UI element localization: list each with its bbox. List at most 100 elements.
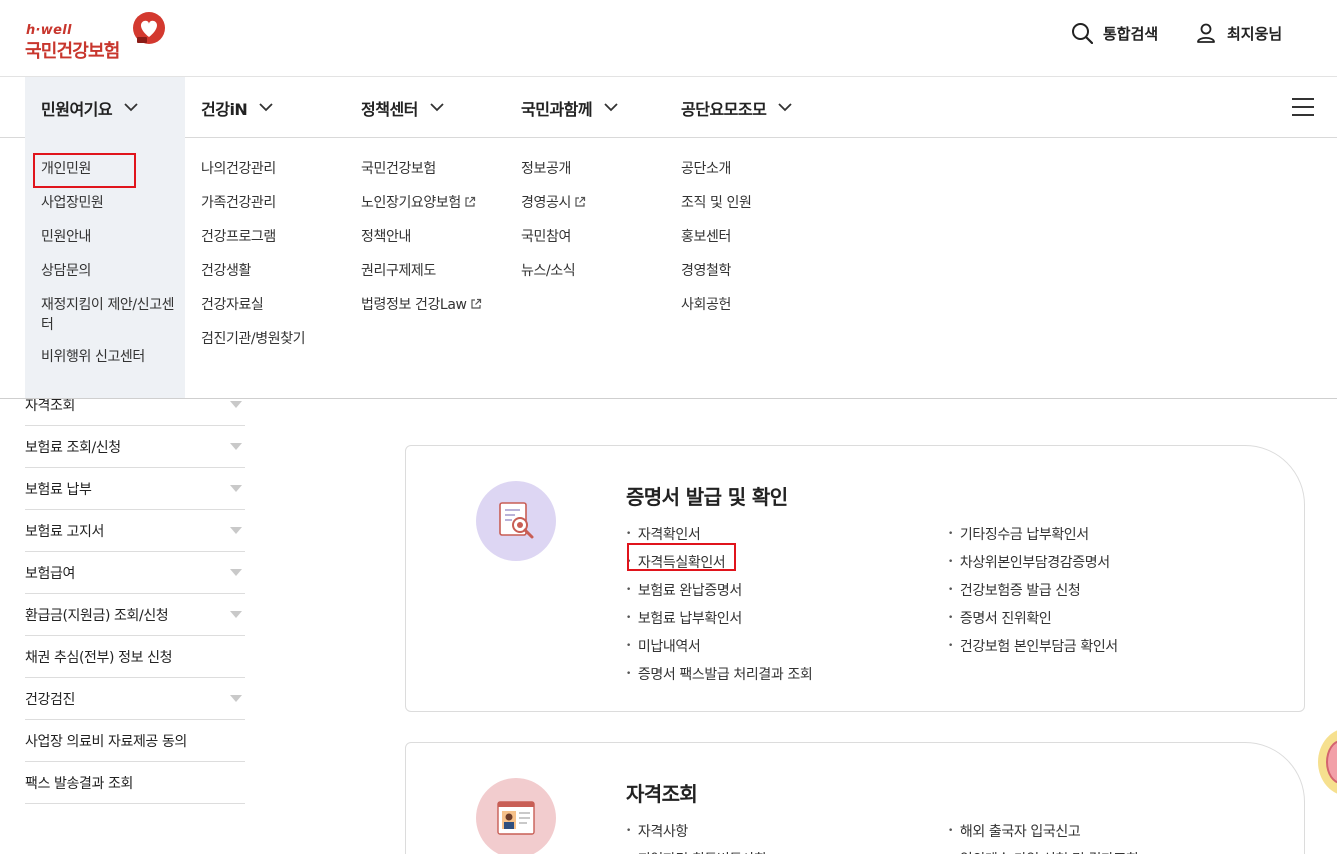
chevron-down-icon — [430, 103, 444, 112]
external-link-icon — [470, 298, 481, 309]
side-menu-item[interactable]: 팩스 발송결과 조회 — [25, 762, 245, 804]
menu-item-health-library[interactable]: 건강자료실 — [201, 288, 305, 322]
user-name: 최지웅님 — [1227, 24, 1283, 43]
side-menu-item[interactable]: 보험료 납부 — [25, 468, 245, 510]
side-menu-item[interactable]: 보험료 조회/신청 — [25, 426, 245, 468]
side-menu-label: 보험료 조회/신청 — [25, 439, 121, 456]
card-links-left: 자격사항 지역자격 취득변동사항 — [626, 817, 767, 854]
menu-item-organization[interactable]: 조직 및 인원 — [681, 186, 752, 220]
menu-item-management-disclosure[interactable]: 경영공시 — [521, 186, 586, 220]
link-payment-confirmation[interactable]: 보험료 납부확인서 — [626, 604, 812, 632]
id-card-icon — [476, 778, 556, 854]
chatbot-button[interactable] — [1318, 728, 1337, 796]
menu-item-nhis[interactable]: 국민건강보험 — [361, 152, 482, 186]
link-regional-changes[interactable]: 지역자격 취득변동사항 — [626, 845, 767, 854]
menu-item-pr-center[interactable]: 홍보센터 — [681, 220, 752, 254]
site-logo[interactable]: h·well 국민건강보험 — [25, 12, 175, 62]
side-menu-label: 건강검진 — [25, 691, 75, 708]
external-link-icon — [465, 196, 475, 207]
side-menu-label: 보험료 고지서 — [25, 523, 104, 540]
nav-item-about[interactable]: 공단요모조모 — [681, 77, 792, 138]
chatbot-character-icon — [1326, 740, 1337, 784]
site-header: h·well 국민건강보험 통합검색 최지웅님 — [0, 0, 1337, 76]
side-menu-label: 채권 추심(전부) 정보 신청 — [25, 649, 173, 666]
link-near-poor-certificate[interactable]: 차상위본인부담경감증명서 — [948, 548, 1118, 576]
main-nav: 민원여기요 건강iN 정책센터 국민과함께 공단요모조모 — [0, 76, 1337, 138]
link-copayment-confirmation[interactable]: 건강보험 본인부담금 확인서 — [948, 632, 1118, 660]
hamburger-menu-icon[interactable] — [1292, 98, 1314, 116]
side-menu-item[interactable]: 환급금(지원금) 조회/신청 — [25, 594, 245, 636]
nav-item-with-citizens[interactable]: 국민과함께 — [521, 77, 618, 138]
card-title: 자격조회 — [626, 782, 698, 806]
menu-item-family-health[interactable]: 가족건강관리 — [201, 186, 305, 220]
side-menu-label: 보험급여 — [25, 565, 75, 582]
menu-item-consultation[interactable]: 상담문의 — [41, 254, 176, 288]
menu-item-misconduct-report[interactable]: 비위행위 신고센터 — [41, 340, 176, 374]
menu-item-rights-relief[interactable]: 권리구제제도 — [361, 254, 482, 288]
menu-item-label: 법령정보 건강Law — [361, 297, 467, 313]
chevron-down-icon — [778, 103, 792, 112]
expand-triangle-icon — [230, 527, 242, 534]
menu-item-health-life[interactable]: 건강생활 — [201, 254, 305, 288]
menu-item-philosophy[interactable]: 경영철학 — [681, 254, 752, 288]
mega-col-with-citizens: 정보공개 경영공시 국민참여 뉴스/소식 — [521, 152, 586, 288]
qualification-card: 자격조회 자격사항 지역자격 취득변동사항 해외 출국자 입국신고 임의계속 가… — [405, 742, 1305, 854]
menu-item-my-health[interactable]: 나의건강관리 — [201, 152, 305, 186]
menu-item-find-hospital[interactable]: 검진기관/병원찾기 — [201, 322, 306, 356]
expand-triangle-icon — [230, 485, 242, 492]
card-links-right: 기타징수금 납부확인서 차상위본인부담경감증명서 건강보험증 발급 신청 증명서… — [948, 520, 1118, 660]
menu-item-info-disclosure[interactable]: 정보공개 — [521, 152, 586, 186]
nav-item-minwon[interactable]: 민원여기요 — [25, 77, 185, 138]
search-icon — [1072, 23, 1093, 44]
menu-item-news[interactable]: 뉴스/소식 — [521, 254, 586, 288]
link-unpaid-details[interactable]: 미납내역서 — [626, 632, 812, 660]
mega-col-health-in: 나의건강관리 가족건강관리 건강프로그램 건강생활 건강자료실 검진기관/병원찾… — [201, 152, 306, 356]
menu-item-health-program[interactable]: 건강프로그램 — [201, 220, 305, 254]
link-certificate-verify[interactable]: 증명서 진위확인 — [948, 604, 1118, 632]
side-menu-label: 보험료 납부 — [25, 481, 92, 498]
mega-col-about: 공단소개 조직 및 인원 홍보센터 경영철학 사회공헌 — [681, 152, 752, 322]
menu-item-law-info[interactable]: 법령정보 건강Law — [361, 288, 482, 322]
side-menu-label: 환급금(지원금) 조회/신청 — [25, 607, 169, 624]
menu-item-finance-report[interactable]: 재정지킴이 제안/신고센터 — [41, 288, 176, 340]
chevron-down-icon — [259, 103, 273, 112]
user-menu-button[interactable]: 최지웅님 — [1195, 22, 1282, 44]
menu-item-participation[interactable]: 국민참여 — [521, 220, 586, 254]
card-links-right: 해외 출국자 입국신고 임의계속 가입 신청 및 결과조회 — [948, 817, 1139, 854]
side-menu: 자격조회 보험료 조회/신청 보험료 납부 보험료 고지서 보험급여 환급금(지… — [25, 384, 245, 804]
nav-label: 민원여기요 — [41, 99, 113, 119]
chevron-down-icon — [604, 103, 618, 112]
nav-item-policy-center[interactable]: 정책센터 — [361, 77, 444, 138]
expand-triangle-icon — [230, 443, 242, 450]
link-other-collection[interactable]: 기타징수금 납부확인서 — [948, 520, 1118, 548]
menu-item-label: 경영공시 — [521, 195, 571, 211]
menu-item-policy-guide[interactable]: 정책안내 — [361, 220, 482, 254]
menu-item-ltc-insurance[interactable]: 노인장기요양보험 — [361, 186, 482, 220]
link-insurance-card-request[interactable]: 건강보험증 발급 신청 — [948, 576, 1118, 604]
link-overseas-entry-report[interactable]: 해외 출국자 입국신고 — [948, 817, 1138, 845]
expand-triangle-icon — [230, 611, 242, 618]
side-menu-item[interactable]: 건강검진 — [25, 678, 245, 720]
side-menu-label: 팩스 발송결과 조회 — [25, 775, 133, 792]
logo-title: 국민건강보험 — [25, 41, 120, 62]
nav-item-health-in[interactable]: 건강iN — [201, 77, 273, 138]
highlight-box — [627, 543, 736, 571]
menu-item-label: 노인장기요양보험 — [361, 195, 461, 211]
menu-item-minwon-guide[interactable]: 민원안내 — [41, 220, 176, 254]
side-menu-item[interactable]: 채권 추심(전부) 정보 신청 — [25, 636, 245, 678]
menu-item-social-contribution[interactable]: 사회공헌 — [681, 288, 752, 322]
mega-col-policy: 국민건강보험 노인장기요양보험 정책안내 권리구제제도 법령정보 건강Law — [361, 152, 482, 322]
menu-item-intro[interactable]: 공단소개 — [681, 152, 752, 186]
link-fax-result[interactable]: 증명서 팩스발급 처리결과 조회 — [626, 660, 813, 688]
integrated-search-button[interactable]: 통합검색 — [1071, 22, 1158, 44]
certificate-card: 증명서 발급 및 확인 자격확인서 자격득실확인서 보험료 완납증명서 보험료 … — [405, 445, 1305, 712]
link-voluntary-continuation[interactable]: 임의계속 가입 신청 및 결과조회 — [948, 845, 1139, 854]
link-full-payment-certificate[interactable]: 보험료 완납증명서 — [626, 576, 812, 604]
nav-label: 국민과함께 — [521, 99, 593, 119]
side-menu-item[interactable]: 보험급여 — [25, 552, 245, 594]
menu-item-business-minwon[interactable]: 사업장민원 — [41, 186, 176, 220]
side-menu-item[interactable]: 보험료 고지서 — [25, 510, 245, 552]
link-qualification-details[interactable]: 자격사항 — [626, 817, 767, 845]
expand-triangle-icon — [230, 569, 242, 576]
side-menu-item[interactable]: 사업장 의료비 자료제공 동의 — [25, 720, 245, 762]
